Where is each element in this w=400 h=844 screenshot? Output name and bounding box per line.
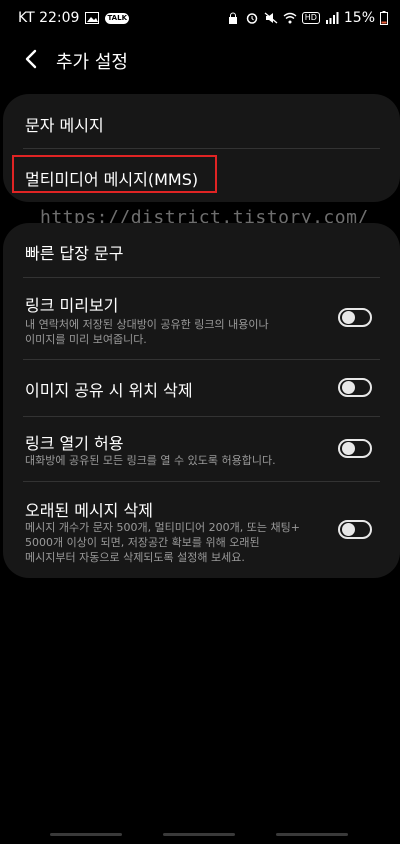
gallery-icon bbox=[85, 12, 100, 24]
nav-home-button[interactable] bbox=[163, 833, 235, 836]
nav-recents-button[interactable] bbox=[50, 833, 122, 836]
battery-percent: 15% bbox=[343, 10, 375, 26]
back-arrow-icon bbox=[25, 49, 37, 69]
page-title: 추가 설정 bbox=[56, 52, 128, 73]
status-left: KT 22:09 TALK bbox=[18, 10, 129, 26]
link-preview-description: 내 연락처에 저장된 상대방이 공유한 링크의 내용이나 이미지를 미리 보여줍… bbox=[25, 317, 325, 347]
link-preview-item[interactable]: 링크 미리보기 내 연락처에 저장된 상대방이 공유한 링크의 내용이나 이미지… bbox=[3, 278, 400, 359]
delete-old-messages-label: 오래된 메시지 삭제 bbox=[25, 501, 153, 520]
desc-line: 5000개 이상이 되면, 저장공간 확보를 위해 오래된 bbox=[25, 536, 260, 549]
allow-link-open-description: 대화방에 공유된 모든 링크를 열 수 있도록 허용합니다. bbox=[25, 453, 345, 468]
highlight-annotation bbox=[12, 155, 217, 193]
delete-old-messages-description: 메시지 개수가 문자 500개, 멀티미디어 200개, 또는 채팅+ 5000… bbox=[25, 520, 325, 565]
status-right: HD 15% bbox=[226, 10, 388, 26]
navigation-bar bbox=[0, 826, 400, 844]
mute-icon bbox=[264, 12, 278, 24]
link-preview-toggle[interactable] bbox=[338, 308, 372, 327]
battery-icon bbox=[380, 11, 388, 25]
delete-location-label: 이미지 공유 시 위치 삭제 bbox=[25, 381, 193, 400]
delete-location-toggle[interactable] bbox=[338, 378, 372, 397]
allow-link-open-item[interactable]: 링크 열기 허용 대화방에 공유된 모든 링크를 열 수 있도록 허용합니다. bbox=[3, 417, 400, 481]
status-bar: KT 22:09 TALK HD 15% bbox=[0, 0, 400, 36]
desc-line: 내 연락처에 저장된 상대방이 공유한 링크의 내용이나 bbox=[25, 318, 269, 331]
allow-link-open-toggle[interactable] bbox=[338, 439, 372, 458]
quick-reply-label: 빠른 답장 문구 bbox=[25, 244, 124, 263]
delete-old-messages-toggle[interactable] bbox=[338, 520, 372, 539]
link-preview-label: 링크 미리보기 bbox=[25, 296, 119, 315]
delete-location-item[interactable]: 이미지 공유 시 위치 삭제 bbox=[3, 360, 400, 416]
wifi-icon bbox=[283, 12, 297, 24]
back-button[interactable] bbox=[16, 47, 46, 71]
toggle-knob bbox=[342, 442, 355, 455]
allow-link-open-label: 링크 열기 허용 bbox=[25, 434, 124, 453]
desc-line: 대화방에 공유된 모든 링크를 열 수 있도록 허용합니다. bbox=[25, 454, 276, 467]
desc-line: 메시지부터 자동으로 삭제되도록 설정해 보세요. bbox=[25, 551, 245, 564]
carrier-time: KT 22:09 bbox=[18, 10, 80, 26]
lock-icon bbox=[228, 12, 237, 24]
nav-back-button[interactable] bbox=[276, 833, 348, 836]
toggle-knob bbox=[342, 523, 355, 536]
desc-line: 메시지 개수가 문자 500개, 멀티미디어 200개, 또는 채팅+ bbox=[25, 521, 300, 534]
sms-settings-item[interactable]: 문자 메시지 bbox=[3, 94, 400, 148]
hd-icon: HD bbox=[301, 12, 320, 24]
app-header: 추가 설정 bbox=[0, 36, 400, 82]
alarm-icon bbox=[246, 13, 257, 24]
kakaotalk-icon: TALK bbox=[105, 12, 129, 24]
extra-settings-card: 빠른 답장 문구 링크 미리보기 내 연락처에 저장된 상대방이 공유한 링크의… bbox=[3, 223, 400, 578]
toggle-knob bbox=[342, 381, 355, 394]
toggle-knob bbox=[342, 311, 355, 324]
delete-old-messages-item[interactable]: 오래된 메시지 삭제 메시지 개수가 문자 500개, 멀티미디어 200개, … bbox=[3, 482, 400, 578]
message-type-card: 문자 메시지 멀티미디어 메시지(MMS) bbox=[3, 94, 400, 202]
quick-reply-item[interactable]: 빠른 답장 문구 bbox=[3, 223, 400, 277]
sms-label: 문자 메시지 bbox=[25, 116, 104, 135]
desc-line: 이미지를 미리 보여줍니다. bbox=[25, 333, 147, 346]
signal-icon bbox=[325, 12, 339, 24]
